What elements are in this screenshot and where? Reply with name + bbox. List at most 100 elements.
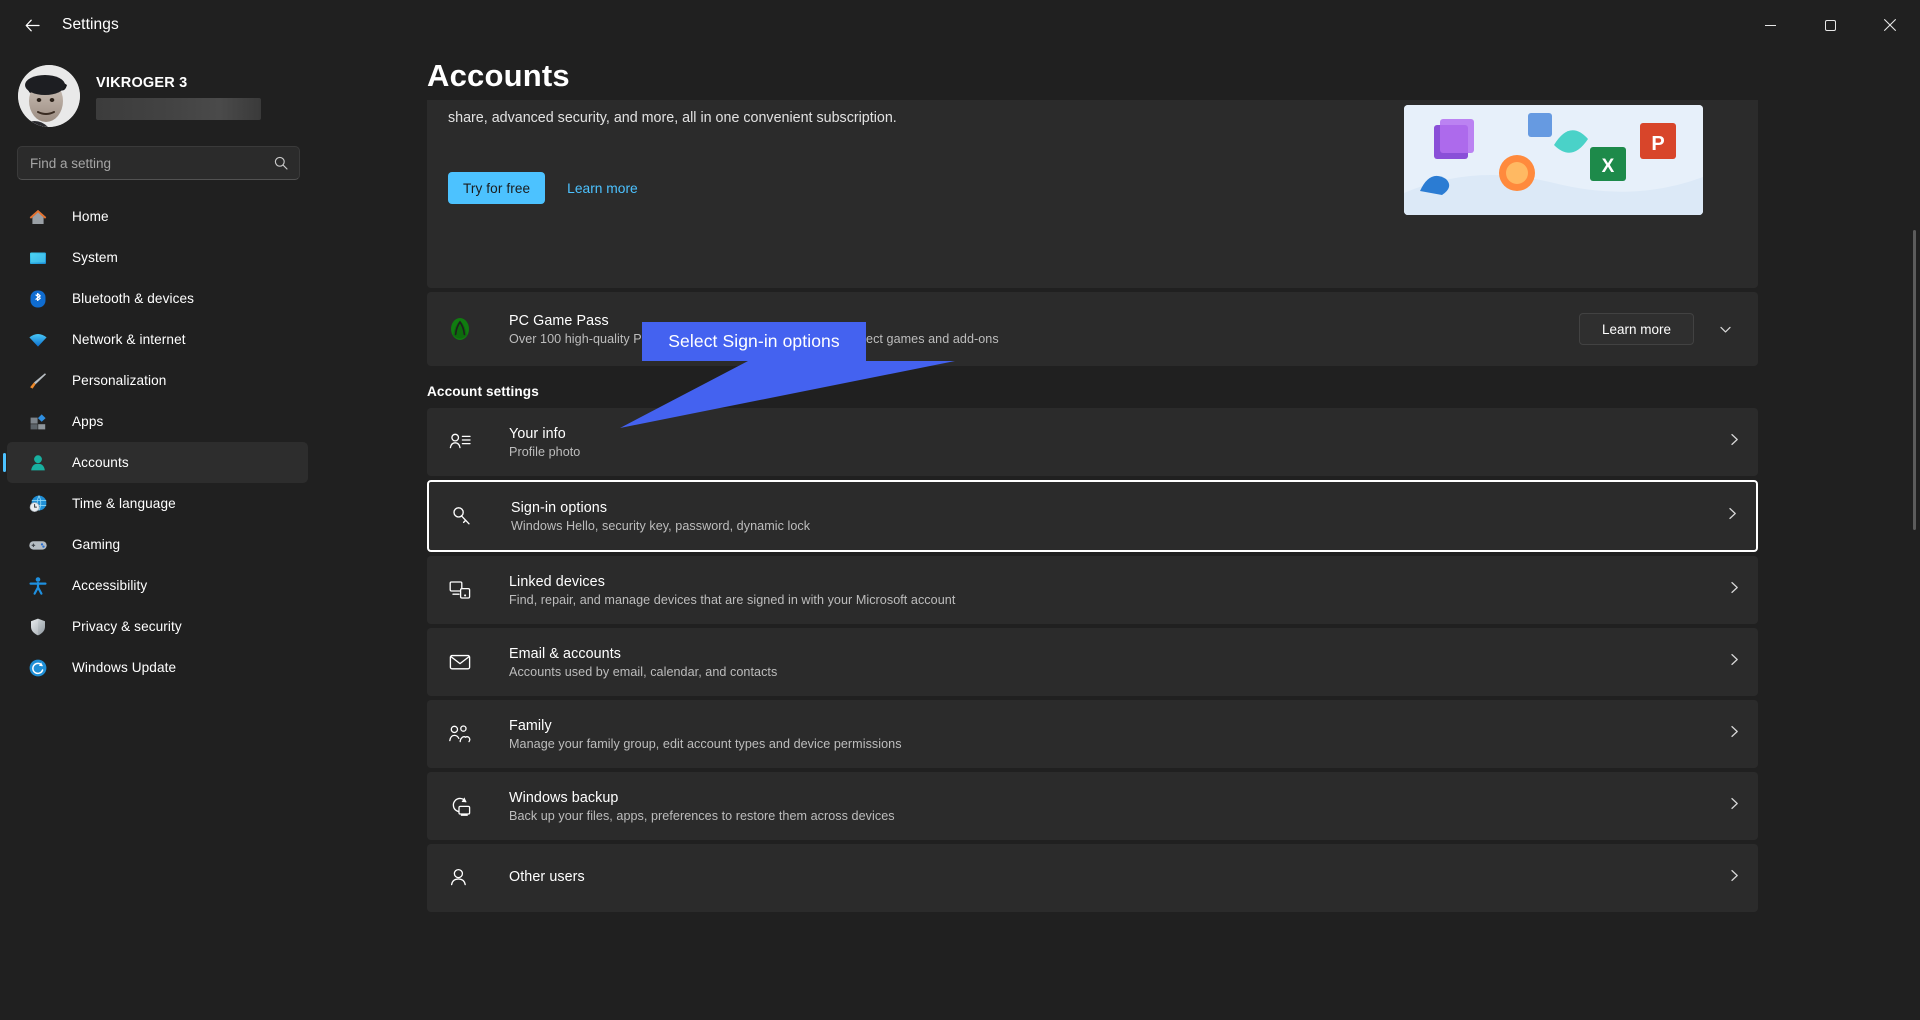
game-pass-expand-button[interactable]	[1708, 312, 1742, 346]
setting-row-subtitle: Profile photo	[509, 444, 581, 459]
windows-backup-text: Windows backup Back up your files, apps,…	[509, 790, 1715, 823]
window-title: Settings	[62, 16, 119, 33]
sidebar-item-personalization[interactable]: Personalization	[7, 360, 308, 401]
family-icon	[447, 721, 473, 747]
sidebar-item-gaming[interactable]: Gaming	[7, 524, 308, 565]
setting-row-family[interactable]: Family Manage your family group, edit ac…	[427, 700, 1758, 768]
update-icon	[28, 658, 48, 678]
back-button[interactable]	[10, 7, 54, 43]
pc-game-pass-title: PC Game Pass	[509, 312, 609, 329]
accounts-icon	[28, 453, 48, 473]
account-text: VIKROGER 3	[96, 73, 261, 120]
sidebar-item-privacy-security[interactable]: Privacy & security	[7, 606, 308, 647]
setting-card-sign-in-options: Sign-in options Windows Hello, security …	[427, 480, 1758, 552]
chevron-right-icon	[1727, 868, 1742, 888]
setting-row-sign-in-options[interactable]: Sign-in options Windows Hello, security …	[429, 482, 1756, 550]
mail-icon	[447, 649, 473, 675]
sidebar-item-home[interactable]: Home	[7, 196, 308, 237]
minimize-button[interactable]	[1740, 0, 1800, 50]
sidebar-item-apps[interactable]: Apps	[7, 401, 308, 442]
setting-card-family: Family Manage your family group, edit ac…	[427, 700, 1758, 768]
maximize-button[interactable]	[1800, 0, 1860, 50]
sidebar-item-label: Accounts	[72, 455, 129, 470]
pc-game-pass-text: PC Game Pass Over 100 high-quality PC ga…	[509, 313, 1579, 346]
sidebar-item-network[interactable]: Network & internet	[7, 319, 308, 360]
sidebar-item-accessibility[interactable]: Accessibility	[7, 565, 308, 606]
setting-card-linked-devices: Linked devices Find, repair, and manage …	[427, 556, 1758, 624]
game-pass-learn-more-button[interactable]: Learn more	[1578, 313, 1694, 345]
setting-row-other-users[interactable]: Other users	[427, 844, 1758, 912]
sign-in-options-text: Sign-in options Windows Hello, security …	[511, 500, 1713, 533]
setting-row-email-accounts[interactable]: Email & accounts Accounts used by email,…	[427, 628, 1758, 696]
setting-row-windows-backup[interactable]: Windows backup Back up your files, apps,…	[427, 772, 1758, 840]
setting-row-subtitle: Back up your files, apps, preferences to…	[509, 808, 895, 823]
promo-learn-more-link[interactable]: Learn more	[567, 181, 638, 196]
linked-devices-text: Linked devices Find, repair, and manage …	[509, 574, 1715, 607]
window-controls	[1740, 0, 1920, 50]
email-accounts-text: Email & accounts Accounts used by email,…	[509, 646, 1715, 679]
account-settings-header: Account settings	[427, 384, 539, 399]
sidebar-item-bluetooth[interactable]: Bluetooth & devices	[7, 278, 308, 319]
setting-row-linked-devices[interactable]: Linked devices Find, repair, and manage …	[427, 556, 1758, 624]
setting-row-subtitle: Manage your family group, edit account t…	[509, 736, 902, 751]
sidebar-item-label: Accessibility	[72, 578, 148, 593]
clock-globe-icon	[28, 494, 48, 514]
sidebar: VIKROGER 3 Find a setting Home System Bl…	[0, 50, 318, 1020]
try-for-free-button[interactable]: Try for free	[448, 172, 546, 204]
setting-card-other-users: Other users	[427, 844, 1758, 912]
system-icon	[28, 248, 48, 268]
pc-game-pass-subtitle: Over 100 high-quality PC games, EA Play,…	[509, 331, 999, 346]
apps-icon	[28, 412, 48, 432]
settings-window: Settings VIKROGER 3 Find a setting Home …	[0, 0, 1920, 1020]
sidebar-item-system[interactable]: System	[7, 237, 308, 278]
maximize-icon	[1824, 19, 1836, 31]
setting-row-title: Other users	[509, 868, 585, 885]
scrollbar-thumb[interactable]	[1913, 230, 1916, 530]
key-icon	[449, 503, 475, 529]
sidebar-item-label: Bluetooth & devices	[72, 291, 195, 306]
sidebar-item-windows-update[interactable]: Windows Update	[7, 647, 308, 688]
other-users-text: Other users	[509, 869, 1715, 888]
search-box[interactable]	[17, 146, 300, 180]
chevron-right-icon	[1727, 796, 1742, 816]
backup-icon	[447, 793, 473, 819]
setting-row-title: Family	[509, 717, 552, 734]
setting-card-email-accounts: Email & accounts Accounts used by email,…	[427, 628, 1758, 696]
pc-game-pass-row[interactable]: PC Game Pass Over 100 high-quality PC ga…	[427, 292, 1758, 366]
sidebar-item-label: Time & language	[72, 496, 176, 511]
chevron-right-icon	[1727, 580, 1742, 600]
brush-icon	[28, 371, 48, 391]
search-input[interactable]	[18, 155, 299, 171]
avatar	[18, 65, 80, 127]
search-icon	[274, 156, 288, 175]
microsoft-365-artwork: X P	[1404, 105, 1703, 215]
account-summary[interactable]: VIKROGER 3	[0, 50, 318, 132]
search-container	[0, 132, 318, 180]
close-button[interactable]	[1860, 0, 1920, 50]
sidebar-item-time-language[interactable]: Time & language	[7, 483, 308, 524]
network-icon	[28, 330, 48, 350]
content-scroll-area[interactable]: share, advanced security, and more, all …	[318, 100, 1920, 1020]
setting-row-subtitle: Windows Hello, security key, password, d…	[511, 518, 811, 533]
sidebar-nav: Home System Bluetooth & devices Network …	[0, 196, 318, 688]
setting-row-title: Linked devices	[509, 573, 605, 590]
setting-row-title: Email & accounts	[509, 645, 622, 662]
svg-text:X: X	[1602, 156, 1615, 177]
setting-row-your-info[interactable]: Your info Profile photo	[427, 408, 1758, 476]
svg-text:P: P	[1651, 133, 1664, 155]
sidebar-item-label: Network & internet	[72, 332, 186, 347]
setting-card-your-info: Your info Profile photo	[427, 408, 1758, 476]
pc-game-pass-card: PC Game Pass Over 100 high-quality PC ga…	[427, 292, 1758, 366]
gamepad-icon	[28, 535, 48, 555]
chevron-down-icon	[1719, 326, 1731, 333]
sidebar-item-accounts[interactable]: Accounts	[3, 442, 308, 483]
setting-row-subtitle: Find, repair, and manage devices that ar…	[509, 592, 956, 607]
sidebar-item-label: System	[72, 250, 118, 265]
chevron-right-icon	[1727, 432, 1742, 452]
home-icon	[28, 207, 48, 227]
bluetooth-icon	[28, 289, 48, 309]
setting-row-title: Windows backup	[509, 789, 619, 806]
main-scrollbar[interactable]	[1913, 110, 1916, 970]
title-bar: Settings	[0, 0, 1920, 50]
linked-devices-icon	[447, 577, 473, 603]
